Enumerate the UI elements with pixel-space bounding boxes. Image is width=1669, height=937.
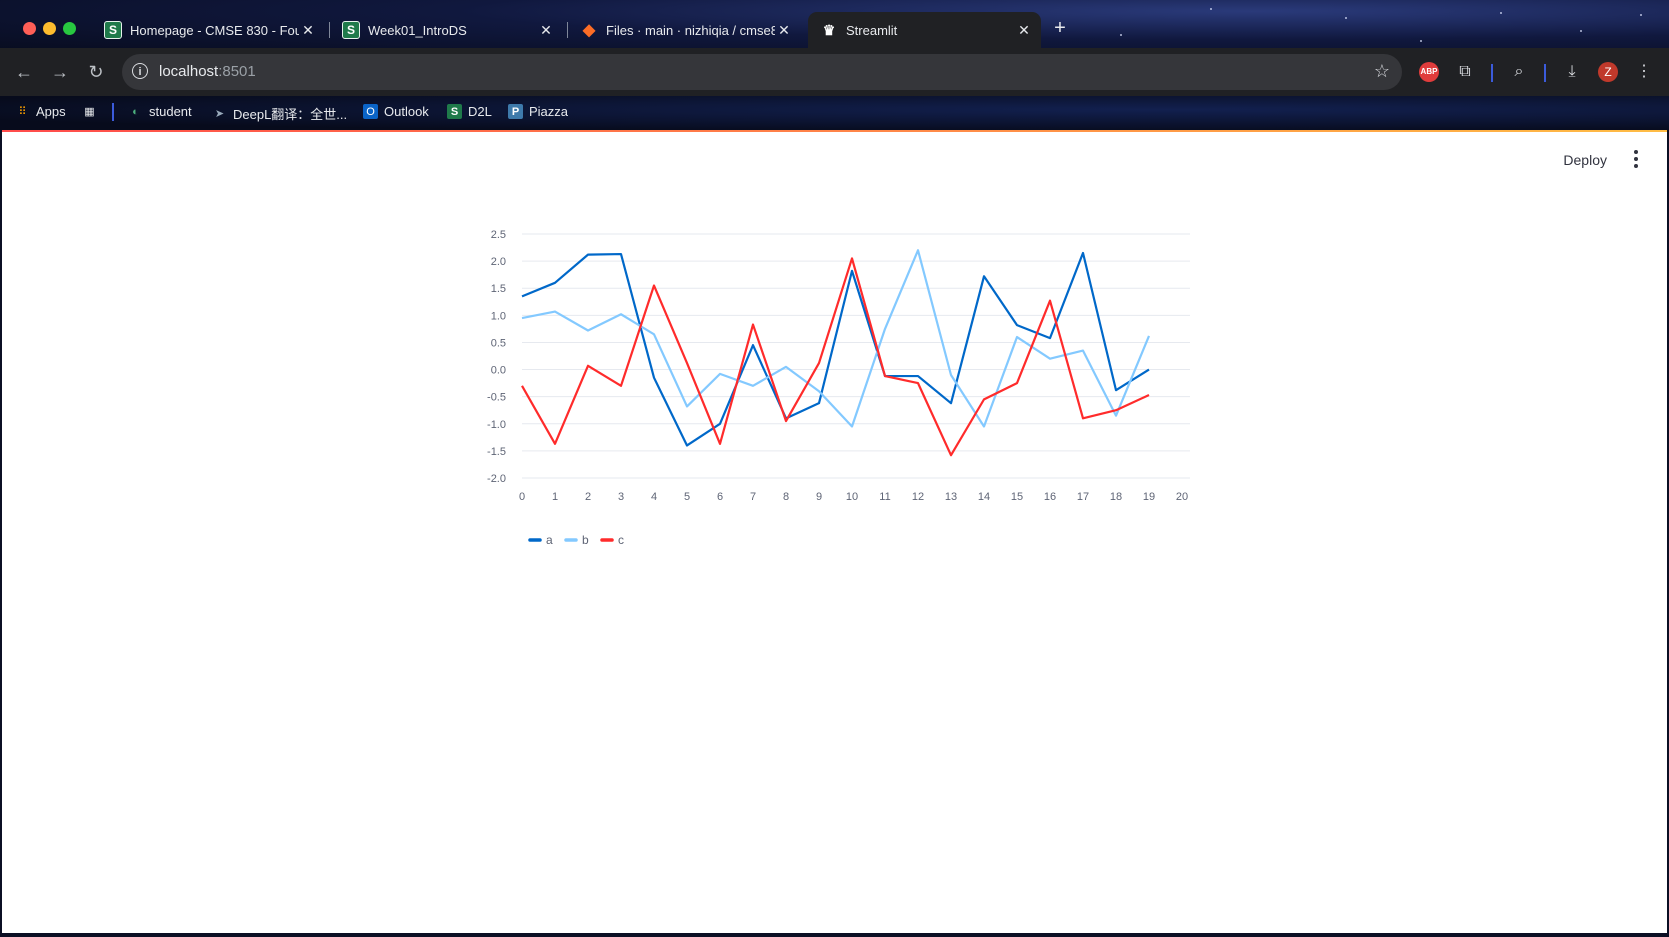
streamlit-s-icon: S: [104, 21, 122, 39]
reload-icon[interactable]: ↻: [84, 60, 108, 84]
line-chart: 2.5 2.0 1.5 1.0 0.5 0.0 -0.5 -1.0 -1.5 -2.0 0 1 2 3 4 5…: [2, 132, 1667, 737]
window-zoom-button[interactable]: [63, 22, 76, 35]
x-tick-label: 3: [618, 491, 624, 503]
y-tick-label: 1.5: [491, 283, 506, 295]
tab-search-icon[interactable]: ⌕: [1507, 60, 1531, 84]
bookmark-label: D2L: [468, 104, 492, 119]
x-tick-label: 12: [912, 491, 924, 503]
deepl-icon: ➤: [214, 108, 225, 120]
bookmark-label: DeepL翻译：全世...: [233, 107, 348, 122]
bookmark-apps[interactable]: ⠿ Apps: [15, 104, 66, 119]
y-tick-label: -2.0: [487, 473, 506, 485]
bookmark-label: Piazza: [529, 104, 569, 119]
streamlit-app-page: Deploy 2.5 2.0 1.5 1.0 0.5 0.0 -0.5 -1.0 -1.5 -2.…: [2, 130, 1667, 933]
y-tick-label: -0.5: [487, 392, 506, 404]
x-tick-label: 8: [783, 491, 789, 503]
x-tick-label: 16: [1044, 491, 1056, 503]
close-icon[interactable]: ✕: [1015, 22, 1033, 39]
y-tick-label: -1.5: [487, 446, 506, 458]
y-tick-label: 2.0: [491, 256, 506, 268]
bookmark-label: student: [149, 104, 192, 119]
x-tick-label: 10: [846, 491, 858, 503]
tab-title: Week01_IntroDS: [368, 22, 467, 38]
x-tick-label: 7: [750, 491, 756, 503]
tab-homepage[interactable]: S Homepage - CMSE 830 - Fou ✕: [92, 12, 325, 48]
tab-title: Files · main · nizhiqia / cmse8: [606, 22, 775, 38]
bookmark-outlook[interactable]: O Outlook: [363, 104, 429, 119]
bookmark-d2l[interactable]: S D2L: [447, 104, 492, 119]
bookmark-label: Outlook: [384, 104, 429, 119]
bookmarks-bar: ⠿ Apps ▦ ◐ student ➤ DeepL翻译：全世... O Out…: [0, 96, 1669, 130]
window-minimize-button[interactable]: [43, 22, 56, 35]
window-close-button[interactable]: [23, 22, 36, 35]
bookmark-star-icon[interactable]: ☆: [1374, 61, 1390, 82]
bookmark-separator: [112, 103, 114, 121]
tab-title: Homepage - CMSE 830 - Fou: [130, 22, 299, 38]
gitlab-icon: ◆: [582, 22, 596, 39]
bookmark-piazza[interactable]: P Piazza: [508, 104, 568, 119]
x-tick-label: 2: [585, 491, 591, 503]
address-bar[interactable]: i localhost:8501 ☆: [122, 54, 1402, 90]
outlook-icon: O: [363, 104, 378, 119]
legend-label-c: c: [618, 533, 624, 547]
url-host: localhost: [159, 63, 219, 80]
x-tick-label: 20: [1176, 491, 1188, 503]
browser-toolbar: ← → ↻ i localhost:8501 ☆ ABP ⧉ ⌕ ⤓ Z ⋮: [0, 48, 1669, 96]
x-tick-label: 4: [651, 491, 657, 503]
x-tick-label: 15: [1011, 491, 1023, 503]
series-line-a: [521, 251, 1150, 447]
browser-window: S Homepage - CMSE 830 - Fou ✕ S Week01_I…: [0, 0, 1669, 937]
browser-menu-icon[interactable]: ⋮: [1632, 60, 1656, 84]
tab-title: Streamlit: [846, 22, 898, 38]
adblock-plus-icon[interactable]: ABP: [1419, 62, 1439, 82]
profile-avatar[interactable]: Z: [1598, 62, 1618, 82]
bookmark-label: Apps: [36, 104, 66, 119]
x-tick-label: 11: [879, 491, 890, 503]
x-tick-label: 14: [978, 491, 990, 503]
download-icon[interactable]: ⤓: [1560, 60, 1584, 84]
y-tick-label: 1.0: [491, 310, 506, 322]
x-tick-label: 1: [552, 491, 558, 503]
address-url[interactable]: localhost:8501: [159, 63, 256, 80]
tab-gitlab-files[interactable]: ◆ Files · main · nizhiqia / cmse8 ✕: [568, 12, 801, 48]
bookmark-deepl[interactable]: ➤ DeepL翻译：全世...: [212, 104, 347, 123]
bookmark-tab-groups[interactable]: ▦: [82, 104, 103, 119]
extensions-puzzle-icon[interactable]: ⧉: [1453, 60, 1477, 84]
msu-spartan-icon: ◐: [132, 105, 139, 118]
d2l-icon: S: [447, 104, 462, 119]
back-arrow-icon[interactable]: ←: [12, 60, 36, 84]
tab-groups-icon: ▦: [84, 106, 95, 118]
x-tick-label: 6: [717, 491, 723, 503]
x-tick-label: 18: [1110, 491, 1122, 503]
streamlit-s-icon: S: [342, 21, 360, 39]
bookmark-student[interactable]: ◐ student: [128, 104, 192, 119]
x-tick-label: 13: [945, 491, 957, 503]
x-tick-label: 5: [684, 491, 690, 503]
y-tick-label: 0.0: [491, 365, 506, 377]
apps-grid-icon: ⠿: [18, 106, 27, 118]
x-tick-label: 0: [519, 491, 525, 503]
x-tick-label: 9: [816, 491, 822, 503]
y-tick-label: -1.0: [487, 419, 506, 431]
legend-label-b: b: [582, 533, 589, 547]
x-tick-label: 19: [1143, 491, 1155, 503]
streamlit-crown-icon: ♛: [822, 21, 836, 38]
x-tick-label: 17: [1077, 491, 1089, 503]
close-icon[interactable]: ✕: [299, 22, 317, 39]
new-tab-button[interactable]: +: [1049, 17, 1071, 39]
site-info-icon[interactable]: i: [132, 63, 148, 79]
piazza-icon: P: [508, 104, 523, 119]
tab-week01[interactable]: S Week01_IntroDS ✕: [330, 12, 563, 48]
line-chart-svg[interactable]: 2.52.01.51.00.50.0-0.5-1.0-1.5-2.00 1 2 3 4 5…: [2, 132, 1667, 732]
forward-arrow-icon[interactable]: →: [48, 60, 72, 84]
close-icon[interactable]: ✕: [775, 22, 793, 39]
legend-label-a: a: [546, 533, 553, 547]
close-icon[interactable]: ✕: [537, 22, 555, 39]
url-port: :8501: [218, 63, 256, 80]
y-tick-label: 0.5: [491, 337, 506, 349]
y-tick-label: 2.5: [491, 229, 506, 241]
tab-streamlit[interactable]: ♛ Streamlit ✕: [808, 12, 1041, 48]
